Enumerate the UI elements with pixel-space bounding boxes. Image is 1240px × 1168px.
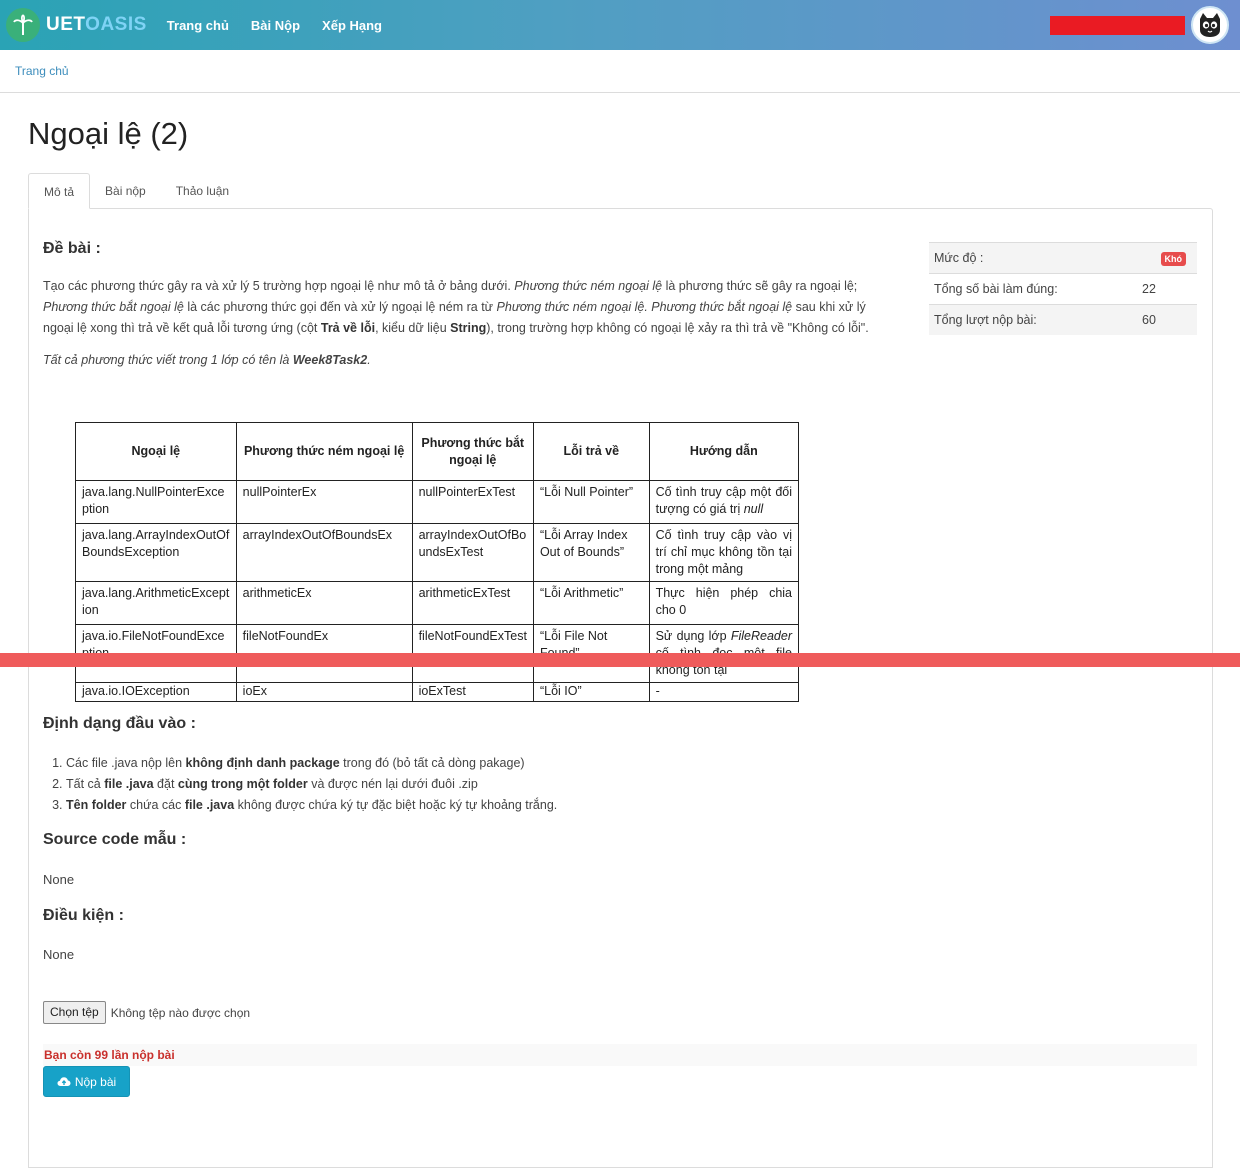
cat-avatar-icon[interactable]: [1191, 6, 1229, 44]
table-cell: Cố tình truy cập vào vị trí chỉ mục khôn…: [648, 523, 800, 582]
tab-submissions[interactable]: Bài nộp: [90, 173, 161, 209]
condition-value: None: [43, 947, 75, 962]
remaining-box: [43, 1044, 1197, 1066]
table-cell: arrayIndexOutOfBoundsExTest: [411, 523, 534, 582]
table-header: Lỗi trả về: [532, 422, 650, 481]
list-item: Các file .java nộp lên không định danh p…: [66, 753, 557, 774]
table-cell: arithmeticExTest: [411, 581, 534, 625]
table-row: java.lang.ArithmeticException arithmetic…: [75, 581, 800, 625]
brand-oasis: OASIS: [85, 14, 147, 35]
table-cell: “Lỗi Arithmetic”: [532, 581, 650, 625]
nav-ranking[interactable]: Xếp Hạng: [322, 18, 382, 33]
table-cell: Thực hiện phép chia cho 0: [648, 581, 800, 625]
table-row: java.lang.NullPointerException nullPoint…: [75, 480, 800, 524]
stat-level: Mức độ : Khó: [929, 242, 1197, 273]
table-header-row: Ngoại lệ Phương thức ném ngoại lệ Phương…: [75, 422, 800, 481]
horizontal-red-line: [0, 653, 1240, 667]
nav-submissions[interactable]: Bài Nộp: [251, 18, 300, 33]
table-row: java.io.IOException ioEx ioExTest “Lỗi I…: [75, 682, 800, 702]
stat-label: Tổng số bài làm đúng:: [934, 282, 1058, 296]
stat-correct: Tổng số bài làm đúng: 22: [929, 273, 1197, 304]
breadcrumb: Trang chủ: [0, 50, 1240, 93]
input-format-heading: Định dạng đầu vào :: [43, 715, 196, 732]
table-cell: “Lỗi IO”: [532, 682, 650, 702]
stat-value: 60: [1142, 313, 1156, 327]
brand-logo[interactable]: UETOASIS: [6, 8, 147, 42]
table-header: Phương thức bắt ngoại lệ: [411, 422, 534, 481]
table-cell: ioExTest: [411, 682, 534, 702]
problem-description: Tạo các phương thức gây ra và xử lý 5 tr…: [43, 279, 869, 335]
problem-heading: Đề bài :: [43, 240, 101, 257]
table-cell: Cố tình truy cập một đối tượng có giá tr…: [648, 480, 800, 524]
stat-label: Tổng lượt nộp bài:: [934, 313, 1037, 327]
condition-heading: Điều kiện :: [43, 907, 124, 924]
table-cell: ioEx: [235, 682, 413, 702]
source-code-value: None: [43, 872, 75, 887]
table-cell: “Lỗi Array Index Out of Bounds”: [532, 523, 650, 582]
list-item: Tên folder chứa các file .java không đượ…: [66, 795, 557, 816]
table-header: Ngoại lệ: [75, 422, 237, 481]
tab-discussion[interactable]: Thảo luận: [161, 173, 244, 209]
table-cell: java.lang.NullPointerException: [75, 480, 237, 524]
tab-description[interactable]: Mô tả: [28, 173, 91, 209]
problem-stats: Mức độ : Khó Tổng số bài làm đúng: 22 Tổ…: [929, 242, 1197, 335]
submit-label: Nộp bài: [74, 1074, 117, 1089]
cloud-upload-icon: [57, 1076, 71, 1086]
table-cell: java.lang.ArithmeticException: [75, 581, 237, 625]
table-cell: java.lang.ArrayIndexOutOfBoundsException: [75, 523, 237, 582]
problem-content: Đề bài : Tạo các phương thức gây ra và x…: [43, 240, 898, 702]
stat-value: 22: [1142, 282, 1156, 296]
table-header: Hướng dẫn: [648, 422, 800, 481]
file-status: Không tệp nào được chọn: [110, 1005, 251, 1020]
table-cell: nullPointerEx: [235, 480, 413, 524]
table-cell: java.io.IOException: [75, 682, 237, 702]
table-cell: arrayIndexOutOfBoundsEx: [235, 523, 413, 582]
file-upload: Chọn tệp Không tệp nào được chọn: [43, 1001, 250, 1024]
table-header: Phương thức ném ngoại lệ: [235, 422, 413, 481]
list-item: Tất cả file .java đặt cùng trong một fol…: [66, 774, 557, 795]
difficulty-badge: Khó: [1160, 252, 1186, 266]
table-cell: -: [648, 682, 800, 702]
submit-button[interactable]: Nộp bài: [43, 1066, 130, 1097]
redacted-username: [1050, 16, 1185, 35]
table-cell: arithmeticEx: [235, 581, 413, 625]
table-cell: “Lỗi Null Pointer”: [532, 480, 650, 524]
top-navbar: UETOASIS Trang chủ Bài Nộp Xếp Hạng: [0, 0, 1240, 50]
table-row: java.lang.ArrayIndexOutOfBoundsException…: [75, 523, 800, 582]
stat-submissions: Tổng lượt nộp bài: 60: [929, 304, 1197, 335]
stat-label: Mức độ :: [934, 251, 984, 265]
choose-file-button[interactable]: Chọn tệp: [43, 1001, 106, 1024]
nav-home[interactable]: Trang chủ: [167, 18, 229, 33]
input-format-list: Các file .java nộp lên không định danh p…: [66, 753, 557, 816]
class-name-note: Tất cả phương thức viết trong 1 lớp có t…: [43, 353, 371, 367]
brand-uet: UET: [46, 14, 86, 35]
remaining-attempts: Bạn còn 99 lần nộp bài: [44, 1048, 175, 1062]
tab-bar: Mô tả Bài nộp Thảo luận: [28, 173, 244, 209]
page-title: Ngoại lệ (2): [28, 116, 189, 151]
breadcrumb-home[interactable]: Trang chủ: [15, 64, 69, 78]
source-code-heading: Source code mẫu :: [43, 831, 187, 848]
table-cell: nullPointerExTest: [411, 480, 534, 524]
palm-tree-logo-icon: [6, 8, 40, 42]
